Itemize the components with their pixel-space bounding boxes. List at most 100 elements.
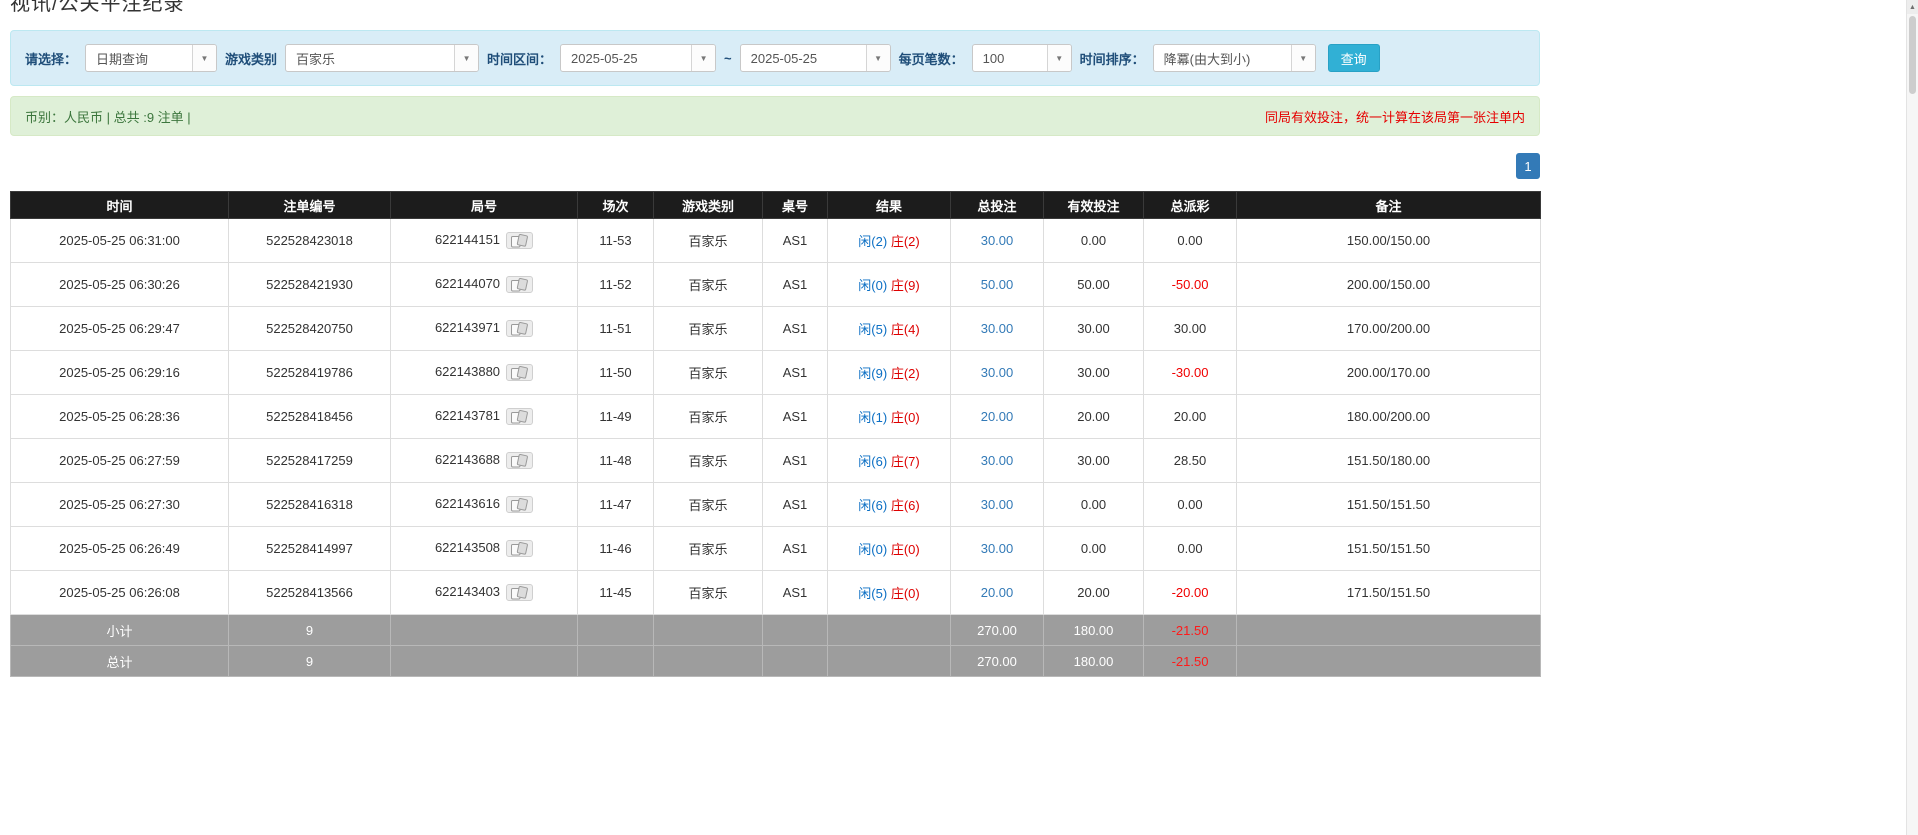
total-bet-link[interactable]: 20.00 xyxy=(981,585,1014,600)
footer-cell xyxy=(654,615,763,646)
cell-total-bet: 30.00 xyxy=(951,351,1044,395)
cell-valid-bet: 30.00 xyxy=(1044,439,1144,483)
total-bet-link[interactable]: 30.00 xyxy=(981,541,1014,556)
cell-table-no: AS1 xyxy=(763,439,828,483)
chevron-down-icon[interactable]: ▼ xyxy=(454,45,478,71)
select-type-dropdown[interactable]: 日期查询 ▼ xyxy=(85,44,217,72)
column-header: 总投注 xyxy=(951,192,1044,219)
cards-icon[interactable] xyxy=(506,496,533,513)
cards-icon[interactable] xyxy=(506,320,533,337)
subtotal-row: 小计9270.00180.00-21.50 xyxy=(11,615,1541,646)
page-size-value: 100 xyxy=(973,51,1047,66)
vertical-scrollbar[interactable]: ▲ xyxy=(1906,0,1918,835)
footer-cell: 270.00 xyxy=(951,646,1044,677)
cards-icon[interactable] xyxy=(506,540,533,557)
cell-remark: 170.00/200.00 xyxy=(1237,307,1541,351)
chevron-down-icon[interactable]: ▼ xyxy=(866,45,890,71)
chevron-down-icon[interactable]: ▼ xyxy=(1291,45,1315,71)
game-type-dropdown[interactable]: 百家乐 ▼ xyxy=(285,44,479,72)
cell-result: 闲(6) 庄(6) xyxy=(828,483,951,527)
date-range-separator: ~ xyxy=(724,51,732,66)
payout-value: 0.00 xyxy=(1177,541,1202,556)
footer-cell xyxy=(763,646,828,677)
cell-bet-id: 522528423018 xyxy=(229,219,391,263)
total-bet-link[interactable]: 30.00 xyxy=(981,233,1014,248)
pagination-page-1[interactable]: 1 xyxy=(1516,153,1540,179)
sort-order-value: 降冪(由大到小) xyxy=(1154,49,1291,68)
cell-game-type: 百家乐 xyxy=(654,439,763,483)
total-bet-link[interactable]: 20.00 xyxy=(981,409,1014,424)
cell-result: 闲(1) 庄(0) xyxy=(828,395,951,439)
cell-remark: 151.50/151.50 xyxy=(1237,483,1541,527)
cell-game-type: 百家乐 xyxy=(654,351,763,395)
result-player: 闲(6) xyxy=(858,498,887,513)
cards-icon[interactable] xyxy=(506,276,533,293)
scrollbar-thumb[interactable] xyxy=(1909,16,1916,94)
cell-time: 2025-05-25 06:30:26 xyxy=(11,263,229,307)
payout-value: -20.00 xyxy=(1172,585,1209,600)
date-to-value: 2025-05-25 xyxy=(741,51,866,66)
total-bet-link[interactable]: 30.00 xyxy=(981,321,1014,336)
records-table: 时间注单编号局号场次游戏类别桌号结果总投注有效投注总派彩备注 2025-05-2… xyxy=(10,191,1541,677)
total-bet-link[interactable]: 30.00 xyxy=(981,453,1014,468)
cell-payout: -30.00 xyxy=(1144,351,1237,395)
cards-icon[interactable] xyxy=(506,584,533,601)
page-title: 视讯/公关平注纪录 xyxy=(10,0,1540,14)
cell-valid-bet: 30.00 xyxy=(1044,307,1144,351)
cell-session: 11-49 xyxy=(578,395,654,439)
cell-table-no: AS1 xyxy=(763,395,828,439)
footer-cell xyxy=(763,615,828,646)
column-header: 局号 xyxy=(391,192,578,219)
cell-remark: 150.00/150.00 xyxy=(1237,219,1541,263)
game-type-label: 游戏类别 xyxy=(225,49,277,68)
search-button[interactable]: 查询 xyxy=(1328,44,1380,72)
cell-result: 闲(5) 庄(4) xyxy=(828,307,951,351)
select-type-label: 请选择： xyxy=(25,49,77,68)
table-row: 2025-05-25 06:26:08522528413566622143403… xyxy=(11,571,1541,615)
total-bet-link[interactable]: 50.00 xyxy=(981,277,1014,292)
footer-cell: 9 xyxy=(229,646,391,677)
chevron-down-icon[interactable]: ▼ xyxy=(1047,45,1071,71)
cell-remark: 151.50/151.50 xyxy=(1237,527,1541,571)
cell-round: 622143971 xyxy=(391,307,578,351)
cell-payout: 28.50 xyxy=(1144,439,1237,483)
result-banker: 庄(6) xyxy=(891,498,920,513)
cards-icon[interactable] xyxy=(506,452,533,469)
cell-time: 2025-05-25 06:26:49 xyxy=(11,527,229,571)
date-to-dropdown[interactable]: 2025-05-25 ▼ xyxy=(740,44,891,72)
summary-note: 同局有效投注，统一计算在该局第一张注单内 xyxy=(1265,107,1525,126)
footer-cell xyxy=(578,646,654,677)
footer-cell xyxy=(654,646,763,677)
page-size-dropdown[interactable]: 100 ▼ xyxy=(972,44,1072,72)
result-player: 闲(5) xyxy=(858,322,887,337)
result-banker: 庄(2) xyxy=(891,234,920,249)
payout-value: -50.00 xyxy=(1172,277,1209,292)
sort-order-dropdown[interactable]: 降冪(由大到小) ▼ xyxy=(1153,44,1316,72)
cell-valid-bet: 20.00 xyxy=(1044,395,1144,439)
footer-cell xyxy=(391,615,578,646)
cards-icon[interactable] xyxy=(506,364,533,381)
cell-total-bet: 30.00 xyxy=(951,307,1044,351)
cell-game-type: 百家乐 xyxy=(654,395,763,439)
footer-cell: 小计 xyxy=(11,615,229,646)
cell-payout: 0.00 xyxy=(1144,527,1237,571)
cards-icon[interactable] xyxy=(506,408,533,425)
total-bet-link[interactable]: 30.00 xyxy=(981,497,1014,512)
cards-icon[interactable] xyxy=(506,232,533,249)
cell-table-no: AS1 xyxy=(763,483,828,527)
cell-round: 622143781 xyxy=(391,395,578,439)
chevron-down-icon[interactable]: ▼ xyxy=(691,45,715,71)
result-player: 闲(5) xyxy=(858,586,887,601)
cell-remark: 171.50/151.50 xyxy=(1237,571,1541,615)
cell-valid-bet: 0.00 xyxy=(1044,219,1144,263)
date-from-dropdown[interactable]: 2025-05-25 ▼ xyxy=(560,44,716,72)
result-banker: 庄(0) xyxy=(891,542,920,557)
date-from-value: 2025-05-25 xyxy=(561,51,691,66)
scroll-up-icon[interactable]: ▲ xyxy=(1907,0,1918,14)
total-bet-link[interactable]: 30.00 xyxy=(981,365,1014,380)
cell-result: 闲(6) 庄(7) xyxy=(828,439,951,483)
cell-bet-id: 522528418456 xyxy=(229,395,391,439)
result-player: 闲(1) xyxy=(858,410,887,425)
table-row: 2025-05-25 06:27:59522528417259622143688… xyxy=(11,439,1541,483)
chevron-down-icon[interactable]: ▼ xyxy=(192,45,216,71)
